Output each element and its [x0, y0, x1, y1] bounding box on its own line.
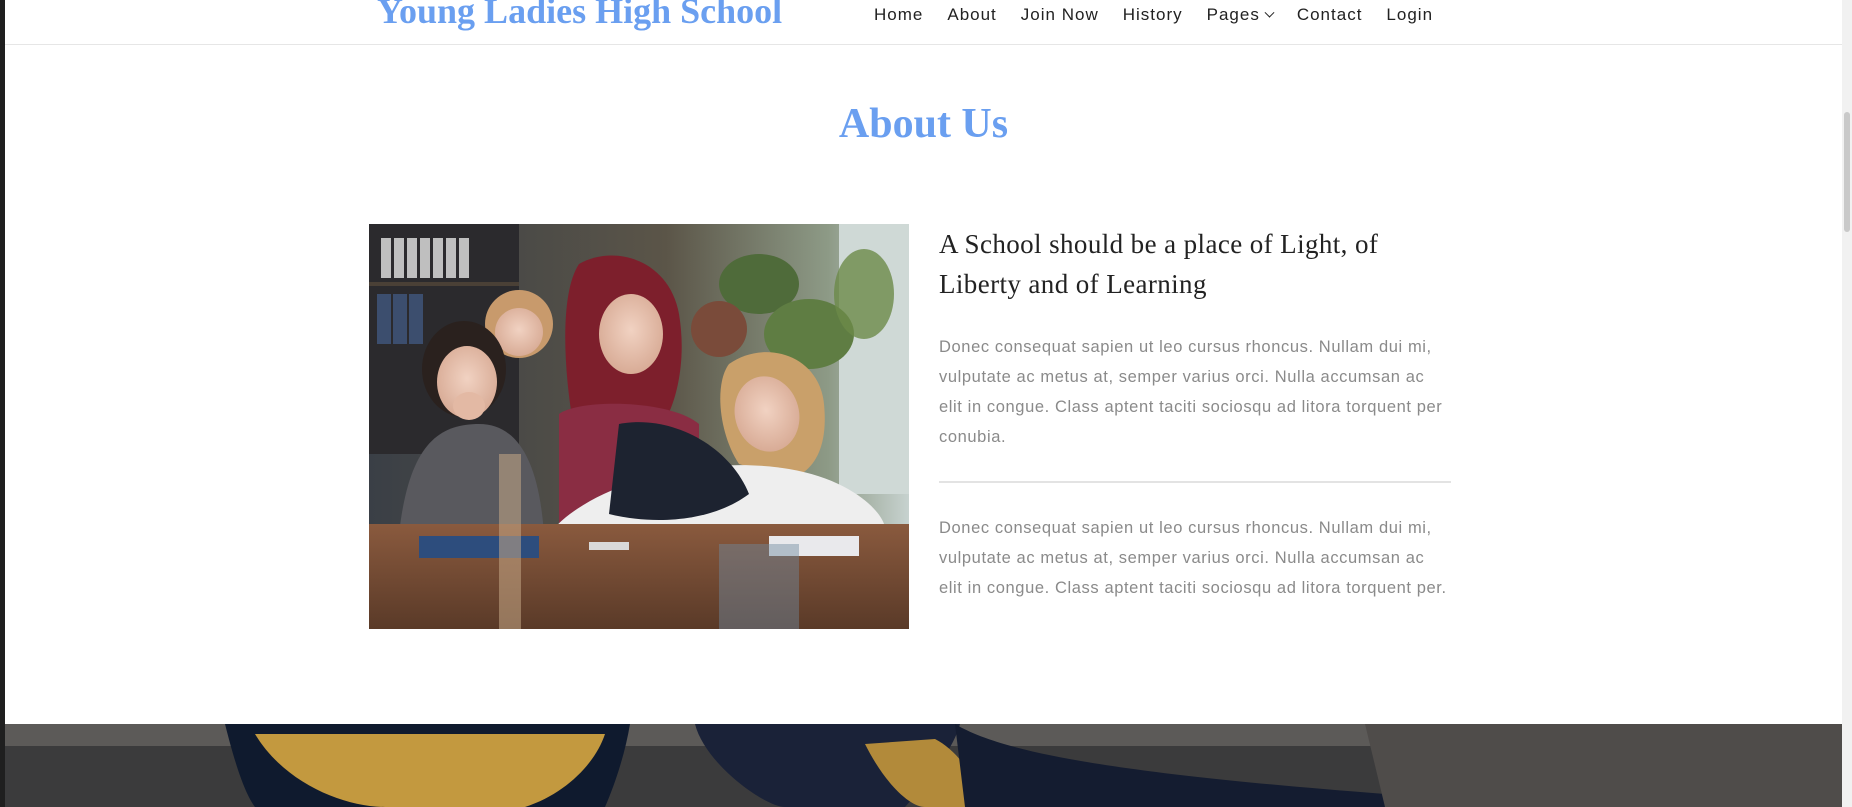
about-section-title: About Us [838, 101, 1009, 147]
about-paragraph-2: Donec consequat sapien ut leo cursus rho… [939, 519, 1447, 597]
nav-join-now-label: Join Now [1020, 5, 1099, 24]
about-photo [369, 224, 909, 629]
nav-pages-label: Pages [1206, 5, 1260, 24]
page: Young Ladies High School Home About Join… [5, 0, 1842, 807]
nav-about[interactable]: About [947, 5, 996, 25]
vertical-scrollbar[interactable] [1842, 0, 1852, 807]
nav-contact[interactable]: Contact [1297, 5, 1363, 25]
site-header: Young Ladies High School Home About Join… [5, 0, 1842, 45]
nav-join-now[interactable]: Join Now [1021, 5, 1099, 25]
about-heading: A School should be a place of Light, of … [939, 229, 1379, 299]
about-paragraph-1: Donec consequat sapien ut leo cursus rho… [939, 338, 1443, 446]
nav-history[interactable]: History [1123, 5, 1183, 25]
chevron-down-icon [1264, 7, 1275, 18]
nav-about-label: About [947, 5, 997, 24]
nav-home-label: Home [874, 5, 924, 24]
about-divider [939, 481, 1451, 483]
main-nav: Home About Join Now History Pages Contac… [874, 2, 1433, 28]
nav-login[interactable]: Login [1386, 5, 1433, 25]
nav-home[interactable]: Home [874, 5, 923, 25]
nav-login-label: Login [1386, 5, 1434, 24]
site-brand[interactable]: Young Ladies High School [377, 0, 782, 33]
next-section-banner [5, 724, 1842, 807]
nav-history-label: History [1122, 5, 1183, 24]
nav-pages-dropdown[interactable]: Pages [1206, 5, 1275, 25]
about-text: A School should be a place of Light, of … [939, 224, 1451, 603]
scrollbar-thumb[interactable] [1844, 112, 1850, 232]
nav-contact-label: Contact [1296, 5, 1363, 24]
